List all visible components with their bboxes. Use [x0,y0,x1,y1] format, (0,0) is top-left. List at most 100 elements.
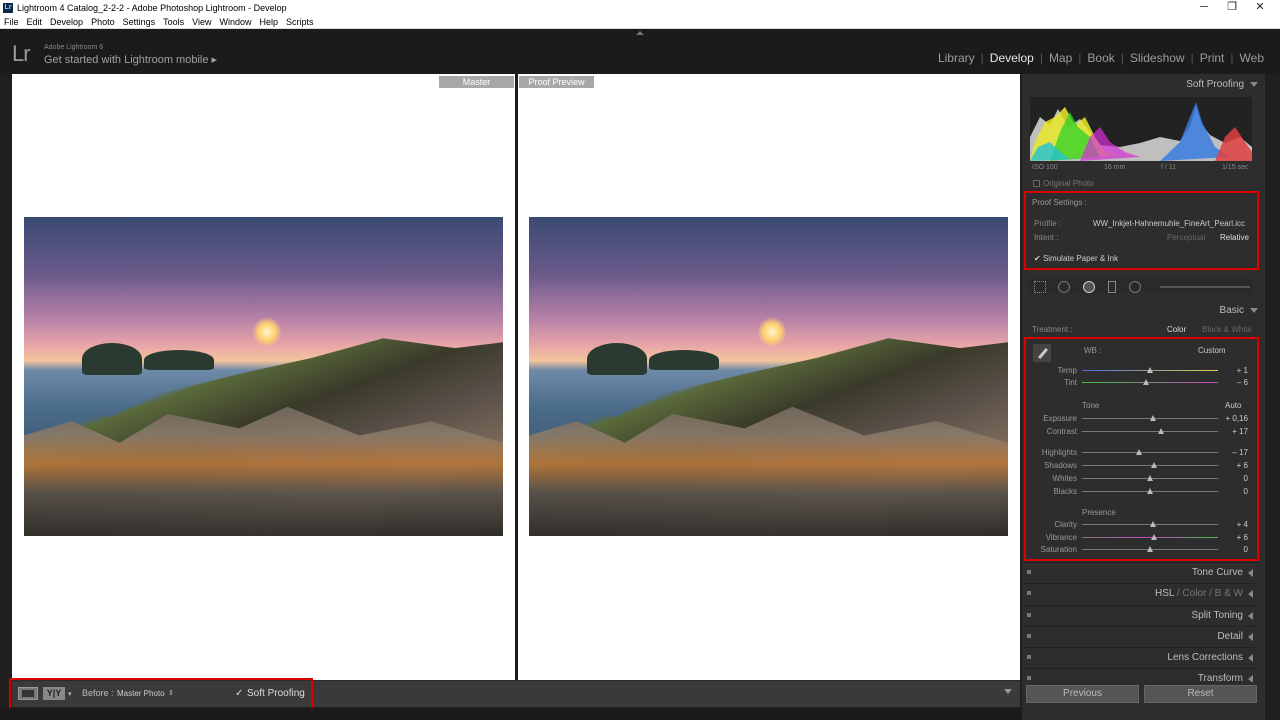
mobile-promo-link[interactable]: Get started with Lightroom mobile ▸ [44,53,217,66]
menu-edit[interactable]: Edit [23,17,47,27]
photo-island [587,343,647,375]
expand-icon[interactable] [1248,654,1253,662]
proof-preview-label: Proof Preview [519,76,594,88]
photo-island [144,350,214,370]
module-book[interactable]: Book [1081,51,1120,65]
lens-corrections-label: Lens Corrections [1167,652,1243,663]
menu-help[interactable]: Help [256,17,283,27]
reset-button[interactable]: Reset [1144,685,1257,703]
hsl-separator: / [1206,588,1215,599]
lightroom-logo: Lr [12,41,31,66]
menu-develop[interactable]: Develop [46,17,87,27]
hsl-labels: HSL / Color / B & W [1155,588,1243,599]
transform-label: Transform [1197,673,1243,682]
module-slideshow[interactable]: Slideshow [1124,51,1191,65]
master-photo [24,217,503,536]
lightroom-app-icon: Lr [3,2,13,13]
module-print[interactable]: Print [1194,51,1231,65]
detail-panel[interactable]: Detail [1024,626,1259,646]
menu-bar: File Edit Develop Photo Settings Tools V… [0,15,1280,29]
compare-divider[interactable] [515,74,518,680]
graduated-filter-icon[interactable] [1108,281,1116,293]
minimize-icon[interactable]: ─ [1190,0,1218,15]
module-web[interactable]: Web [1234,51,1270,65]
expand-icon[interactable] [1248,633,1253,641]
color-label[interactable]: Color [1182,588,1206,599]
module-picker: Library | Develop | Map | Book | Slideshow | … [932,51,1270,65]
histogram-shutter: 1/15 sec [1222,164,1249,171]
red-eye-icon[interactable] [1083,281,1095,293]
proof-preview-photo [529,217,1008,536]
histogram-focal: 16 mm [1104,164,1126,171]
image-canvas: Master Proof Preview [12,74,1020,680]
menu-view[interactable]: View [188,17,215,27]
panel-switch-icon[interactable] [1027,676,1031,680]
lens-corrections-panel[interactable]: Lens Corrections [1024,647,1259,667]
photo-island [82,343,142,375]
detail-label: Detail [1217,631,1243,642]
basic-header-label: Basic [1219,305,1244,316]
menu-window[interactable]: Window [216,17,256,27]
bw-label[interactable]: B & W [1215,588,1243,599]
expand-icon[interactable] [1248,675,1253,682]
photo-sun [757,317,787,347]
window-title: Lightroom 4 Catalog_2-2-2 - Adobe Photos… [17,2,287,13]
panel-switch-icon[interactable] [1027,570,1031,574]
original-photo-label: Original Photo [1043,179,1094,188]
panel-collapse-icon[interactable] [1250,81,1258,87]
histogram-aperture: f / 11 [1161,164,1177,171]
spot-removal-icon[interactable] [1058,281,1070,293]
brush-slider[interactable] [1160,286,1250,288]
module-library[interactable]: Library [932,51,981,65]
menu-tools[interactable]: Tools [159,17,188,27]
treatment-label: Treatment : [1032,325,1073,334]
collapse-top-panel-icon[interactable] [636,31,644,35]
split-toning-panel[interactable]: Split Toning [1024,605,1259,625]
highlight-box-toolbar [9,678,313,711]
close-icon[interactable]: ✕ [1246,0,1274,15]
histogram [1030,97,1252,161]
expand-icon[interactable] [1248,590,1253,598]
panel-switch-icon[interactable] [1027,613,1031,617]
menu-photo[interactable]: Photo [87,17,119,27]
expand-icon[interactable] [1248,569,1253,577]
split-toning-label: Split Toning [1191,610,1243,621]
tone-curve-panel[interactable]: Tone Curve [1024,562,1259,582]
identity-plate: Lr Adobe Lightroom 6 Get started with Li… [0,29,1280,74]
panel-collapse-icon[interactable] [1250,307,1258,313]
previous-button[interactable]: Previous [1026,685,1139,703]
toolbar-menu-icon[interactable] [1004,689,1012,694]
panel-switch-icon[interactable] [1027,655,1031,659]
basic-header[interactable]: Basic [1220,305,1258,316]
module-develop[interactable]: Develop [984,51,1040,65]
transform-panel[interactable]: Transform [1024,668,1259,682]
panel-switch-icon[interactable] [1027,634,1031,638]
crop-icon[interactable] [1034,281,1046,293]
menu-file[interactable]: File [0,17,23,27]
maximize-icon[interactable]: ❐ [1218,0,1246,15]
highlight-box-basic [1024,337,1259,561]
tone-curve-label: Tone Curve [1191,567,1243,578]
expand-icon[interactable] [1248,612,1253,620]
radial-filter-icon[interactable] [1129,281,1141,293]
original-photo-toggle[interactable]: Original Photo [1033,179,1094,188]
checkbox-icon [1033,180,1040,188]
master-label: Master [439,76,514,88]
soft-proofing-header[interactable]: Soft Proofing [1186,79,1258,90]
hsl-panel[interactable]: HSL / Color / B & W [1024,583,1259,603]
soft-proofing-header-label: Soft Proofing [1186,79,1244,90]
photo-sun [252,317,282,347]
hsl-label[interactable]: HSL [1155,588,1174,599]
menu-scripts[interactable]: Scripts [282,17,318,27]
histogram-graph [1030,102,1252,161]
highlight-box-proof-settings [1024,191,1259,270]
histogram-iso: ISO 100 [1032,164,1058,171]
menu-settings[interactable]: Settings [119,17,160,27]
treatment-bw-option[interactable]: Black & White [1202,325,1252,334]
right-panel-scrollbar[interactable] [1265,74,1280,720]
window-titlebar: Lr Lightroom 4 Catalog_2-2-2 - Adobe Pho… [0,0,1280,15]
module-map[interactable]: Map [1043,51,1078,65]
panel-switch-icon[interactable] [1027,591,1031,595]
product-name: Adobe Lightroom 6 [44,44,104,51]
treatment-color-option[interactable]: Color [1167,325,1186,334]
